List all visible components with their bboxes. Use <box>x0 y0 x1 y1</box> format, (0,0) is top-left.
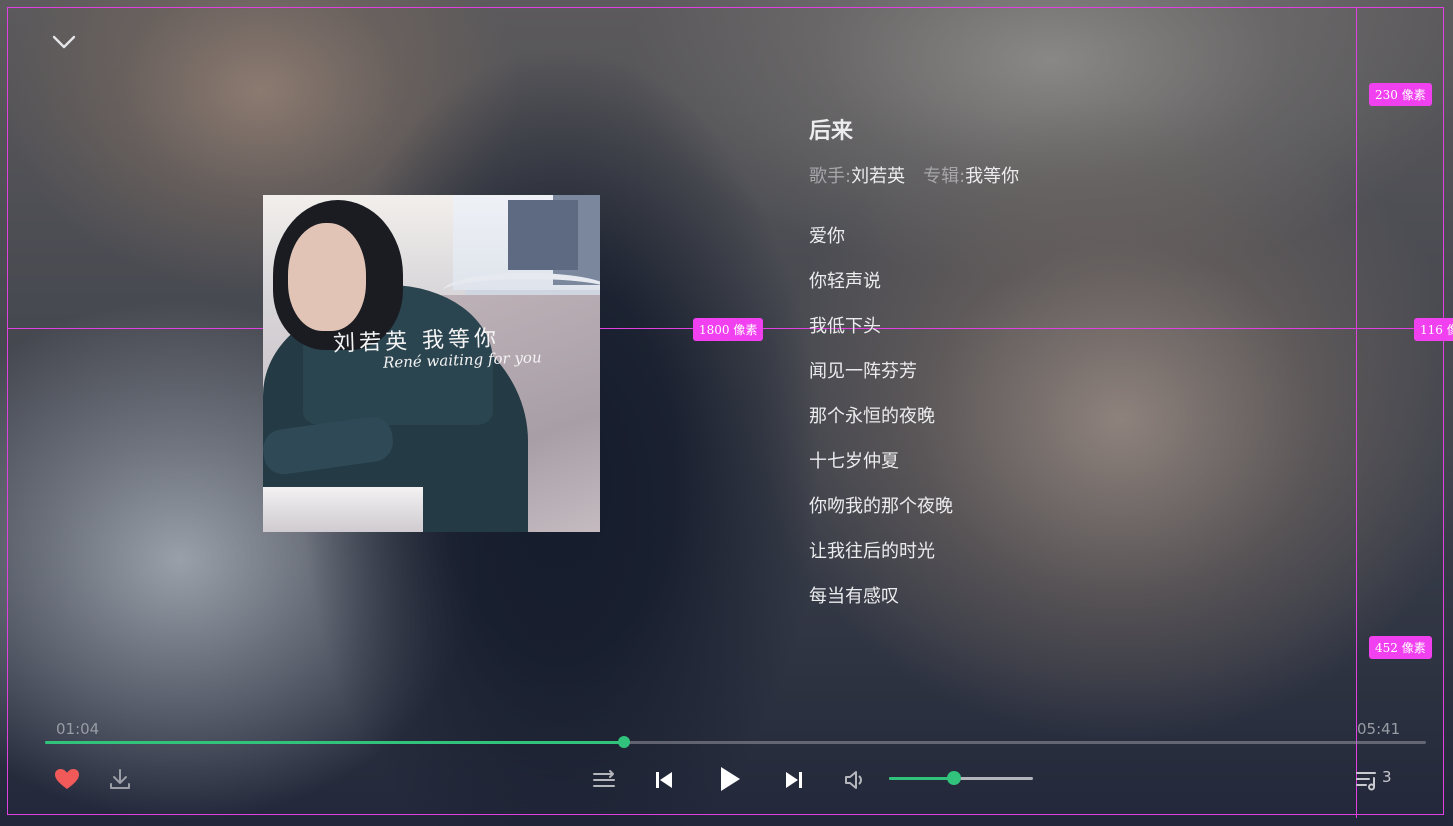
volume-button[interactable] <box>841 766 869 794</box>
play-icon <box>721 767 740 791</box>
volume-fill <box>889 777 954 780</box>
album-label: 专辑: <box>923 166 966 187</box>
blurred-background <box>0 0 1453 826</box>
song-meta: 歌手:刘若英 专辑:我等你 <box>809 162 1019 188</box>
play-mode-button[interactable] <box>590 766 618 794</box>
volume-icon <box>845 771 862 789</box>
download-icon <box>110 769 130 789</box>
play-button[interactable] <box>712 762 746 796</box>
song-title: 后来 <box>809 119 854 144</box>
artist-label: 歌手: <box>809 166 852 187</box>
lyric-line: 每当有感叹 <box>809 586 899 607</box>
top-dimension-tag: 230 像素 <box>1369 83 1432 106</box>
artist-name[interactable]: 刘若英 <box>851 166 905 187</box>
heart-icon <box>55 769 79 789</box>
lyric-line: 你吻我的那个夜晚 <box>809 496 953 517</box>
playlist-queue-button[interactable] <box>1353 766 1381 794</box>
download-button[interactable] <box>106 765 134 793</box>
current-time: 01:04 <box>56 720 100 738</box>
lyric-line: 闻见一阵芬芳 <box>809 361 917 382</box>
chevron-down-icon <box>52 35 76 49</box>
lyric-line: 爱你 <box>809 226 845 247</box>
mid-dimension-tag: 116 像素 <box>1414 318 1453 341</box>
skip-previous-icon <box>656 772 672 788</box>
bottom-dimension-tag: 452 像素 <box>1369 636 1432 659</box>
like-button[interactable] <box>52 765 82 793</box>
width-dimension-tag: 1800 像素 <box>693 318 764 341</box>
lyrics-list: 爱你你轻声说我低下头闻见一阵芬芳 那个永恒的夜晚 十七岁仲夏你吻我的那个夜晚 让我往后… <box>809 222 953 627</box>
progress-bar[interactable] <box>45 736 1426 748</box>
playlist-queue-icon <box>1356 772 1376 791</box>
next-button[interactable] <box>780 766 808 794</box>
lyric-line: 让我往后的时光 <box>809 541 935 562</box>
lyric-line: 十七岁仲夏 <box>809 451 899 472</box>
song-info: 后来 <box>809 116 853 148</box>
skip-next-icon <box>786 772 802 788</box>
guide-vertical-measure <box>1356 178 1357 480</box>
volume-slider[interactable] <box>889 771 1033 785</box>
playlist-order-icon <box>593 770 615 787</box>
lyric-line: 你轻声说 <box>809 271 881 292</box>
progress-fill <box>45 741 624 744</box>
album-cover: 刘若英 我等你 René waiting for you <box>263 195 600 532</box>
total-time: 05:41 <box>1357 720 1401 738</box>
lyric-line: 那个永恒的夜晚 <box>809 406 935 427</box>
previous-button[interactable] <box>650 766 678 794</box>
volume-handle[interactable] <box>946 771 961 785</box>
collapse-button[interactable] <box>48 28 80 56</box>
lyric-line: 我低下头 <box>809 316 881 337</box>
progress-handle[interactable] <box>617 736 630 748</box>
queue-count: 3 <box>1382 768 1392 786</box>
album-name[interactable]: 我等你 <box>965 166 1019 187</box>
